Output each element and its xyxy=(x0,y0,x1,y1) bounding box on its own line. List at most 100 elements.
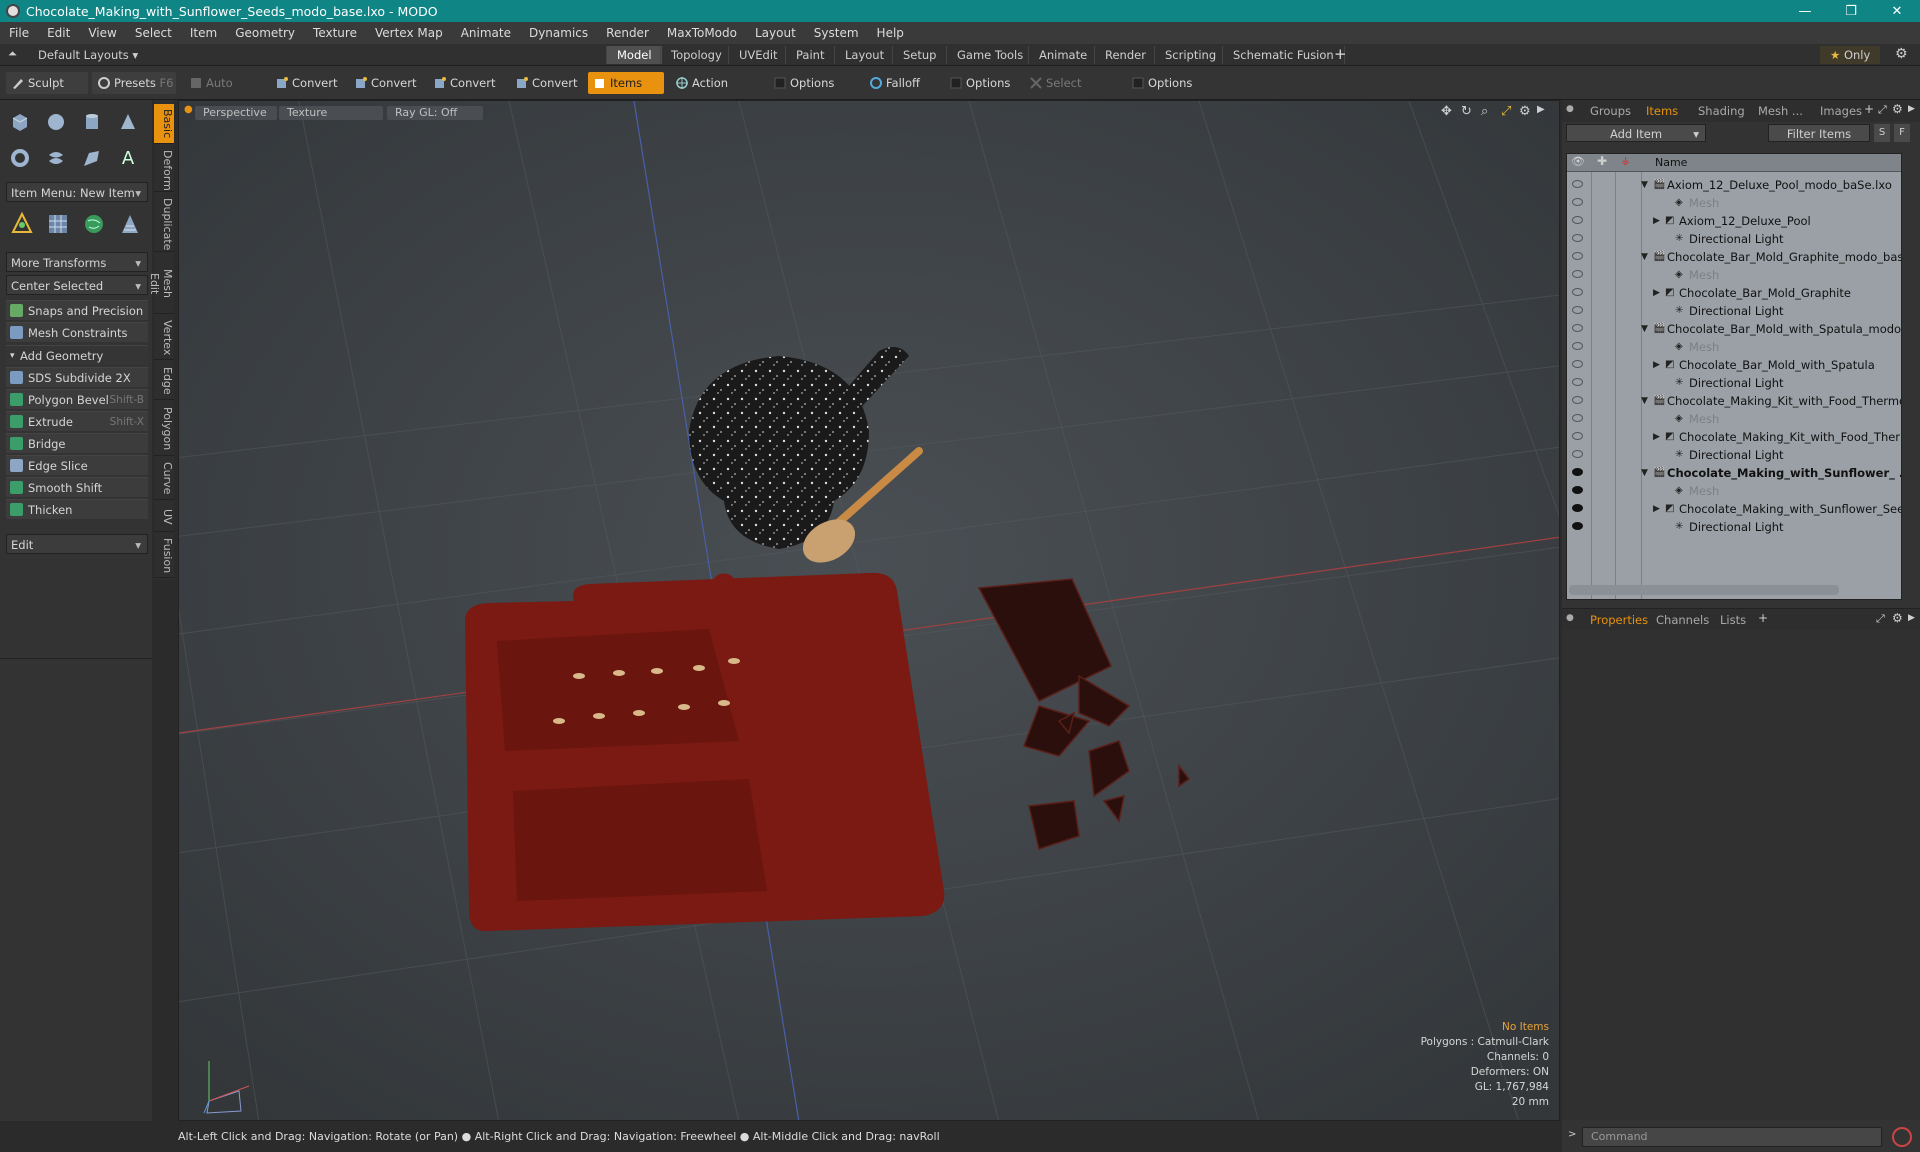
torus-primitive-icon[interactable] xyxy=(4,142,36,174)
cone-primitive-icon[interactable] xyxy=(112,106,144,138)
expanded-arrow-icon[interactable]: ▼ xyxy=(1641,392,1648,410)
expanded-arrow-icon[interactable]: ▼ xyxy=(1641,320,1648,338)
filter-f-button[interactable]: F xyxy=(1894,124,1910,142)
thicken-button[interactable]: Thicken xyxy=(6,499,148,519)
collapsed-arrow-icon[interactable]: ▶ xyxy=(1653,284,1660,302)
menu-layout[interactable]: Layout xyxy=(746,26,805,40)
tab-schematic-fusion[interactable]: Schematic Fusion xyxy=(1222,46,1345,64)
item-row[interactable]: ▶ ◩ Chocolate_Bar_Mold_with_Spatula xyxy=(1567,356,1901,374)
item-row[interactable]: ◈ Mesh xyxy=(1567,266,1901,284)
visibility-eye-icon[interactable] xyxy=(1572,270,1583,278)
vtab-duplicate[interactable]: Duplicate xyxy=(154,194,174,252)
sphere-primitive-icon[interactable] xyxy=(40,106,72,138)
grid-icon[interactable] xyxy=(42,208,74,240)
command-input[interactable]: Command xyxy=(1582,1127,1882,1147)
lock-column-icon[interactable]: ✚ xyxy=(1597,154,1607,168)
panel-menu-dot[interactable]: ● xyxy=(1566,104,1574,114)
panel-gear-icon[interactable]: ⚙ xyxy=(1892,611,1903,625)
collapsed-arrow-icon[interactable]: ▶ xyxy=(1653,428,1660,446)
visibility-eye-icon[interactable] xyxy=(1572,234,1583,242)
tab-model[interactable]: Model xyxy=(606,46,662,64)
visibility-column-icon[interactable]: 👁 xyxy=(1571,155,1585,168)
item-row[interactable]: ◈ Mesh xyxy=(1567,410,1901,428)
select-through-button[interactable]: Select Through xyxy=(1024,72,1124,112)
menu-vertex-map[interactable]: Vertex Map xyxy=(366,26,452,40)
viewport-expand-icon[interactable]: ▶ xyxy=(1537,104,1545,115)
vtab-polygon[interactable]: Polygon xyxy=(154,402,174,456)
render-column-icon[interactable]: ⚶ xyxy=(1621,154,1630,167)
tab-images[interactable]: Images xyxy=(1812,102,1870,120)
edge-slice-button[interactable]: Edge Slice xyxy=(6,455,148,475)
zoom-icon[interactable]: ⌕ xyxy=(1481,104,1488,119)
view-texture-dropdown[interactable]: Texture xyxy=(279,106,383,120)
transform-icon[interactable] xyxy=(6,208,38,240)
pan-icon[interactable]: ✥ xyxy=(1441,104,1452,119)
collapsed-arrow-icon[interactable]: ▶ xyxy=(1653,356,1660,374)
name-column-header[interactable]: Name xyxy=(1655,156,1687,169)
menu-render[interactable]: Render xyxy=(597,26,658,40)
menu-system[interactable]: System xyxy=(805,26,868,40)
vtab-curve[interactable]: Curve xyxy=(154,458,174,500)
item-row[interactable]: ▶ ◩ Chocolate_Making_with_Sunflower_Seeds xyxy=(1567,500,1901,518)
tab-scripting[interactable]: Scripting xyxy=(1154,46,1226,64)
item-row[interactable]: ◈ Mesh xyxy=(1567,194,1901,212)
visibility-eye-icon[interactable] xyxy=(1572,180,1583,188)
item-row[interactable]: ▼ 🎬 Chocolate_Bar_Mold_with_Spatula_modo_ … xyxy=(1567,320,1901,338)
item-row[interactable]: ▼ 🎬 Chocolate_Making_with_Sunflower_ ... xyxy=(1567,464,1901,482)
select-through-options-button[interactable]: Options xyxy=(1126,72,1212,94)
action-center-button[interactable]: Action Center xyxy=(670,72,764,112)
visibility-eye-icon[interactable] xyxy=(1572,468,1583,476)
tab-layout[interactable]: Layout xyxy=(834,46,894,64)
menu-help[interactable]: Help xyxy=(868,26,913,40)
visibility-eye-icon[interactable] xyxy=(1572,342,1583,350)
snaps-precision-button[interactable]: Snaps and Precision xyxy=(6,300,148,320)
add-item-dropdown[interactable]: Add Item ▾ xyxy=(1566,124,1706,142)
tab-paint[interactable]: Paint xyxy=(785,46,834,64)
visibility-eye-icon[interactable] xyxy=(1572,288,1583,296)
more-transforms-dropdown[interactable]: More Transforms xyxy=(6,252,148,273)
add-tab-icon[interactable]: + xyxy=(1334,45,1347,63)
visibility-eye-icon[interactable] xyxy=(1572,324,1583,332)
smooth-shift-button[interactable]: Smooth Shift xyxy=(6,477,148,497)
horizontal-scrollbar[interactable] xyxy=(1569,585,1839,595)
expanded-arrow-icon[interactable]: ▼ xyxy=(1641,176,1648,194)
menu-file[interactable]: File xyxy=(0,26,38,40)
layout-arrow-icon[interactable]: ⏶ xyxy=(8,47,17,61)
record-icon[interactable] xyxy=(1892,1127,1912,1147)
close-icon[interactable]: ✕ xyxy=(1874,4,1920,19)
tab-shading[interactable]: Shading xyxy=(1690,102,1753,120)
expand-panel-icon[interactable]: ⤢ xyxy=(1878,103,1887,117)
view-perspective-dropdown[interactable]: Perspective xyxy=(195,106,277,120)
vtab-deform[interactable]: Deform xyxy=(154,146,174,192)
tab-render[interactable]: Render xyxy=(1094,46,1156,64)
vtab-edge[interactable]: Edge xyxy=(154,362,174,400)
item-row[interactable]: ▼ 🎬 Chocolate_Bar_Mold_Graphite_modo_base … xyxy=(1567,248,1901,266)
panel-collapse-icon[interactable]: ▶ xyxy=(1908,104,1915,114)
expanded-arrow-icon[interactable]: ▼ xyxy=(1641,248,1648,266)
visibility-eye-icon[interactable] xyxy=(1572,396,1583,404)
vtab-basic[interactable]: Basic xyxy=(154,104,174,144)
menu-texture[interactable]: Texture xyxy=(304,26,366,40)
menu-animate[interactable]: Animate xyxy=(452,26,520,40)
tab-items[interactable]: Items xyxy=(1638,102,1686,120)
visibility-eye-icon[interactable] xyxy=(1572,522,1583,530)
edit-dropdown[interactable]: Edit xyxy=(6,534,148,555)
item-row[interactable]: ◈ Mesh xyxy=(1567,338,1901,356)
text-tool-icon[interactable]: A xyxy=(112,142,144,174)
tab-topology[interactable]: Topology xyxy=(660,46,732,64)
menu-dynamics[interactable]: Dynamics xyxy=(520,26,597,40)
visibility-eye-icon[interactable] xyxy=(1572,486,1583,494)
falloff-options-button[interactable]: Options xyxy=(944,72,1024,94)
item-row[interactable]: ◈ Mesh xyxy=(1567,482,1901,500)
item-row[interactable]: ▶ ◩ Chocolate_Making_Kit_with_Food_Ther ..… xyxy=(1567,428,1901,446)
only-toggle[interactable]: ★ Only xyxy=(1820,46,1881,64)
pen-tool-icon[interactable] xyxy=(76,142,108,174)
menu-item[interactable]: Item xyxy=(181,26,226,40)
rotate-icon[interactable]: ↻ xyxy=(1461,104,1472,119)
add-panel-tab-icon[interactable]: + xyxy=(1758,611,1768,625)
capsule-primitive-icon[interactable] xyxy=(40,142,72,174)
visibility-eye-icon[interactable] xyxy=(1572,450,1583,458)
menu-view[interactable]: View xyxy=(79,26,125,40)
vtab-vertex[interactable]: Vertex xyxy=(154,316,174,360)
vtab-fusion[interactable]: Fusion xyxy=(154,534,174,578)
